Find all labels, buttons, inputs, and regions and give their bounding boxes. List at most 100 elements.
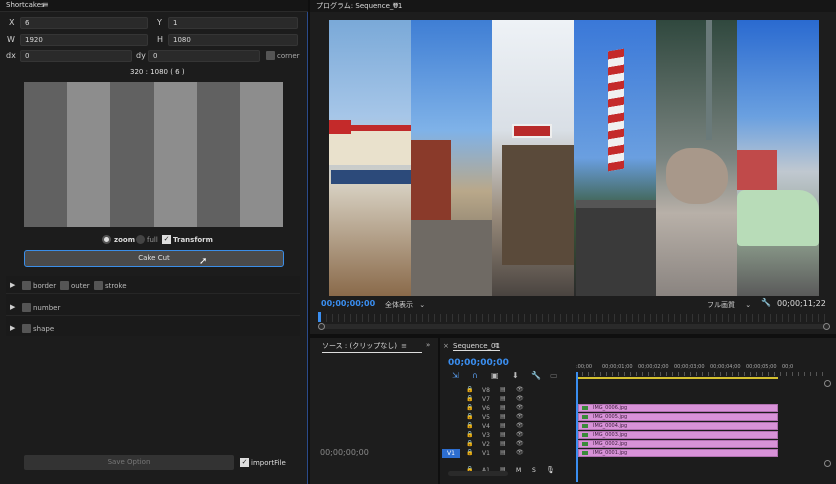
- wrench-icon[interactable]: 🔧: [761, 298, 771, 307]
- eye-icon[interactable]: 👁: [516, 386, 524, 393]
- eye-icon[interactable]: 👁: [516, 413, 524, 420]
- mute-button[interactable]: M: [516, 467, 521, 474]
- sync-lock-icon[interactable]: ▤: [500, 431, 506, 438]
- zoom-radio[interactable]: [102, 235, 111, 244]
- horizontal-scrollbar[interactable]: [448, 471, 508, 476]
- panel-menu-icon[interactable]: ≡: [42, 0, 49, 9]
- eye-icon[interactable]: 👁: [516, 449, 524, 456]
- timeline-clip[interactable]: IMG_0002.jpg: [578, 440, 778, 448]
- lock-icon[interactable]: 🔒: [466, 422, 473, 429]
- scroll-handle-right[interactable]: [823, 323, 830, 330]
- dx-input[interactable]: 0: [20, 50, 132, 62]
- y-input[interactable]: 1: [168, 17, 298, 29]
- timeline-clip[interactable]: IMG_0004.jpg: [578, 422, 778, 430]
- slice-stripe: [153, 82, 197, 227]
- timeline-timecode[interactable]: 00;00;00;00: [448, 358, 509, 368]
- full-radio[interactable]: [136, 235, 145, 244]
- cake-cut-button[interactable]: Cake Cut: [24, 250, 284, 267]
- timeline-clip[interactable]: IMG_0005.jpg: [578, 413, 778, 421]
- save-option-button[interactable]: Save Option: [24, 455, 234, 470]
- eye-icon[interactable]: 👁: [516, 440, 524, 447]
- lock-icon[interactable]: 🔒: [466, 386, 473, 393]
- slice-stripe: [110, 82, 154, 227]
- timeline-settings-icon[interactable]: 🔧: [531, 371, 541, 380]
- microphone-icon[interactable]: 🎙: [546, 466, 555, 474]
- eye-icon[interactable]: 👁: [516, 395, 524, 402]
- eye-icon[interactable]: 👁: [516, 431, 524, 438]
- nest-toggle-icon[interactable]: ⇲: [452, 371, 459, 380]
- snap-magnet-icon[interactable]: ∩: [472, 371, 478, 380]
- track-row: V1 🔒 V1 ▤ 👁: [440, 449, 574, 458]
- outer-checkbox[interactable]: [60, 281, 69, 290]
- w-input[interactable]: 1920: [20, 34, 148, 46]
- lock-icon[interactable]: 🔒: [466, 395, 473, 402]
- lock-icon[interactable]: 🔒: [466, 431, 473, 438]
- captions-icon[interactable]: ▭: [550, 371, 558, 380]
- lock-icon[interactable]: 🔒: [466, 440, 473, 447]
- dy-input[interactable]: 0: [148, 50, 260, 62]
- timeline-clip[interactable]: IMG_0006.jpg: [578, 404, 778, 412]
- expand-arrow-icon[interactable]: ▶: [10, 303, 15, 311]
- number-label: number: [33, 304, 61, 312]
- sync-lock-icon[interactable]: ▤: [500, 386, 506, 393]
- expand-arrow-icon[interactable]: ▶: [10, 281, 15, 289]
- timeline-clip[interactable]: IMG_0001.jpg: [578, 449, 778, 457]
- import-file-checkbox[interactable]: ✓: [240, 458, 249, 467]
- sync-lock-icon[interactable]: ▤: [500, 422, 506, 429]
- program-menu-icon[interactable]: ≡: [392, 0, 399, 9]
- expand-arrow-icon[interactable]: ▶: [10, 324, 15, 332]
- vertical-scroll-handle[interactable]: [824, 380, 831, 387]
- stroke-checkbox[interactable]: [94, 281, 103, 290]
- sync-lock-icon[interactable]: ▤: [500, 413, 506, 420]
- number-section[interactable]: ▶ number: [6, 298, 300, 316]
- stroke-label: stroke: [105, 282, 127, 290]
- shape-label: shape: [33, 325, 55, 333]
- corner-checkbox[interactable]: [266, 51, 275, 60]
- lock-icon[interactable]: 🔒: [466, 413, 473, 420]
- panel-overflow-icon[interactable]: »: [426, 341, 430, 349]
- timeline-tab-label[interactable]: Sequence_01: [453, 342, 500, 351]
- panel-title[interactable]: Shortcakes: [6, 1, 45, 9]
- slice-stripe: [24, 82, 68, 227]
- fit-dropdown[interactable]: 全体表示 ⌄: [385, 300, 425, 310]
- sync-lock-icon[interactable]: ▤: [500, 395, 506, 402]
- playhead-marker[interactable]: [318, 312, 321, 322]
- shape-checkbox[interactable]: [22, 324, 31, 333]
- lock-icon[interactable]: 🔒: [466, 449, 473, 456]
- tab-menu-icon[interactable]: ≡: [494, 341, 500, 349]
- sync-lock-icon[interactable]: ▤: [500, 440, 506, 447]
- lock-icon[interactable]: 🔒: [466, 404, 473, 411]
- sync-lock-icon[interactable]: ▤: [500, 449, 506, 456]
- border-checkbox[interactable]: [22, 281, 31, 290]
- source-patch-v1[interactable]: V1: [442, 449, 460, 458]
- photo-slice: [574, 20, 657, 296]
- eye-icon[interactable]: 👁: [516, 404, 524, 411]
- program-title[interactable]: プログラム: Sequence_01: [316, 1, 402, 11]
- solo-button[interactable]: S: [532, 467, 536, 474]
- work-area-bar[interactable]: [578, 377, 778, 379]
- tab-menu-icon[interactable]: ≡: [401, 342, 407, 350]
- scroll-handle-left[interactable]: [318, 323, 325, 330]
- program-timecode-left[interactable]: 00;00;00;00: [321, 299, 375, 308]
- border-section[interactable]: ▶ border outer stroke: [6, 276, 300, 294]
- track-row: 🔒 V5 ▤ 👁: [464, 413, 574, 422]
- size-readout: 320 : 1080 ( 6 ): [130, 68, 185, 76]
- zoom-label: zoom: [114, 236, 135, 244]
- quality-dropdown[interactable]: フル画質 ⌄: [707, 300, 751, 310]
- shape-section[interactable]: ▶ shape: [6, 319, 300, 337]
- source-tab[interactable]: ソース : (クリップなし) ≡: [322, 341, 422, 353]
- sync-lock-icon[interactable]: ▤: [500, 404, 506, 411]
- zoom-scrollbar[interactable]: [318, 323, 830, 330]
- transform-checkbox[interactable]: ✓: [162, 235, 171, 244]
- add-marker-icon[interactable]: ⬇: [512, 371, 519, 380]
- number-checkbox[interactable]: [22, 303, 31, 312]
- vertical-scroll-handle[interactable]: [824, 460, 831, 467]
- eye-icon[interactable]: 👁: [516, 422, 524, 429]
- h-input[interactable]: 1080: [168, 34, 298, 46]
- program-scrub-bar[interactable]: [320, 314, 828, 322]
- x-input[interactable]: 6: [20, 17, 148, 29]
- time-ruler[interactable]: :00;00 00;00;01;00 00;00;02;00 00;00;03;…: [576, 362, 826, 380]
- linked-selection-icon[interactable]: ▣: [491, 371, 499, 380]
- timeline-clip[interactable]: IMG_0003.jpg: [578, 431, 778, 439]
- close-icon[interactable]: ×: [443, 342, 449, 350]
